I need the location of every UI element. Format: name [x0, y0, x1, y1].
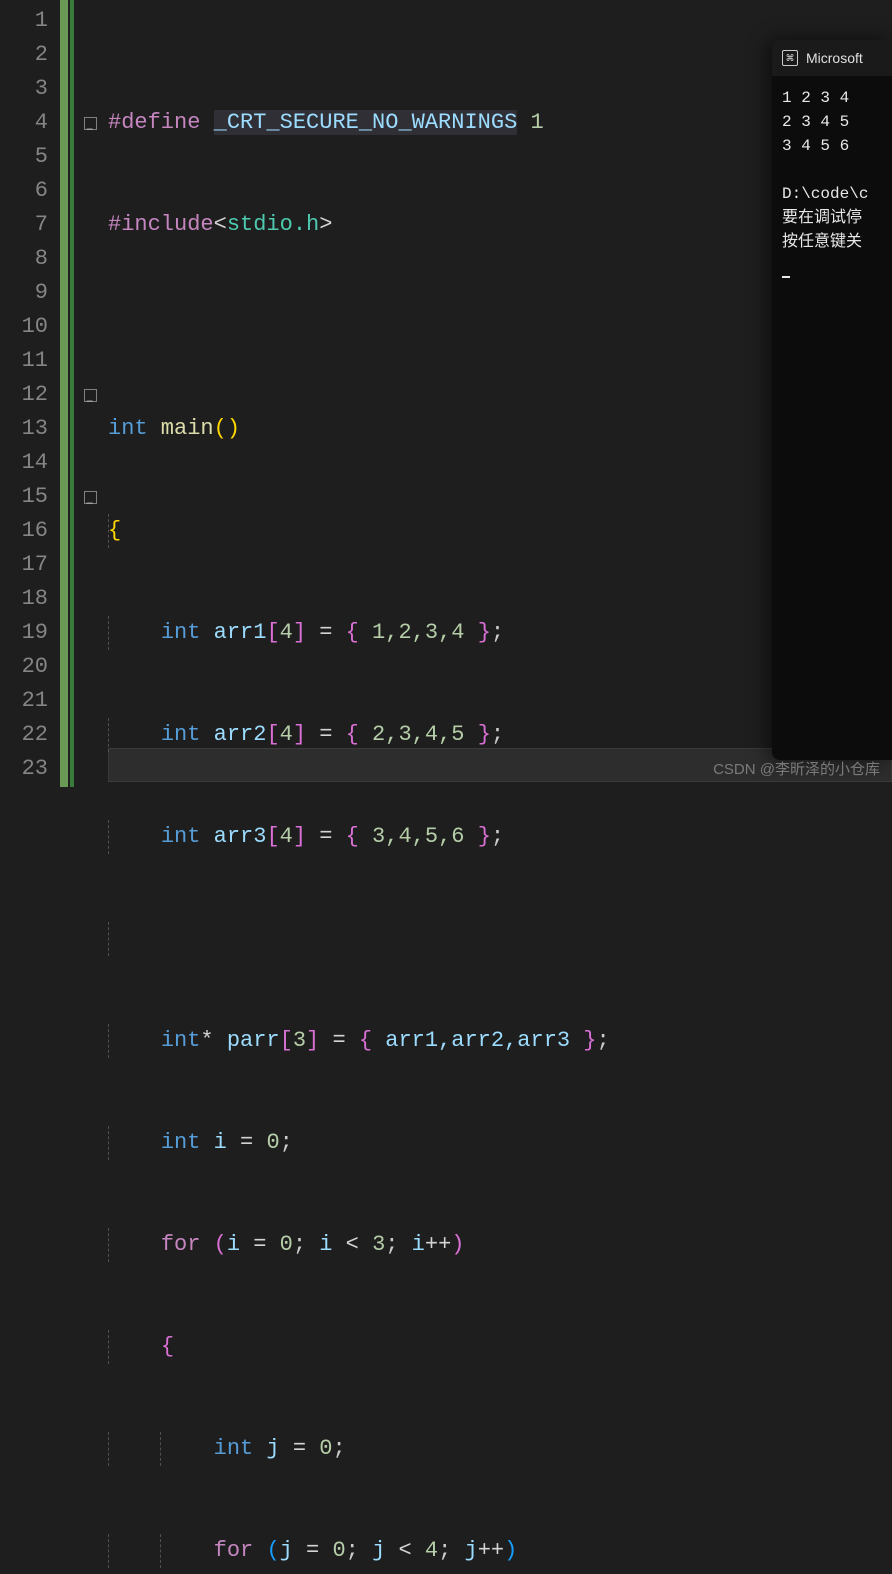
line-number: 18 [0, 582, 48, 616]
line-number: 16 [0, 514, 48, 548]
line-number: 7 [0, 208, 48, 242]
watermark-text: CSDN @李昕泽的小仓库 [713, 758, 880, 779]
terminal-cursor-icon [782, 260, 790, 278]
line-number: 1 [0, 4, 48, 38]
line-number: 14 [0, 446, 48, 480]
line-number: 19 [0, 616, 48, 650]
fold-minus-icon[interactable] [84, 117, 97, 130]
terminal-icon: ⌘ [782, 50, 798, 66]
line-number: 10 [0, 310, 48, 344]
terminal-output[interactable]: 1 2 3 4 2 3 4 5 3 4 5 6 D:\code\c 要在调试停 … [772, 76, 892, 288]
line-number: 23 [0, 752, 48, 786]
line-number: 8 [0, 242, 48, 276]
line-number: 3 [0, 72, 48, 106]
terminal-window[interactable]: ⌘ Microsoft 1 2 3 4 2 3 4 5 3 4 5 6 D:\c… [772, 40, 892, 760]
code-line [108, 922, 892, 956]
fold-gutter[interactable] [84, 0, 108, 787]
code-line: int arr3[4] = { 3,4,5,6 }; [108, 820, 892, 854]
code-line: for (j = 0; j < 4; j++) [108, 1534, 892, 1568]
line-number: 20 [0, 650, 48, 684]
change-indicator-secondary [70, 0, 74, 787]
line-number: 17 [0, 548, 48, 582]
code-line: int i = 0; [108, 1126, 892, 1160]
code-editor[interactable]: 1 2 3 4 5 6 7 8 9 10 11 12 13 14 15 16 1… [0, 0, 892, 787]
code-line: int j = 0; [108, 1432, 892, 1466]
line-number: 5 [0, 140, 48, 174]
line-number: 21 [0, 684, 48, 718]
terminal-title-bar[interactable]: ⌘ Microsoft [772, 40, 892, 76]
line-number-gutter: 1 2 3 4 5 6 7 8 9 10 11 12 13 14 15 16 1… [0, 0, 60, 787]
line-number: 2 [0, 38, 48, 72]
line-number: 13 [0, 412, 48, 446]
terminal-title-text: Microsoft [806, 50, 863, 66]
code-line: int* parr[3] = { arr1,arr2,arr3 }; [108, 1024, 892, 1058]
change-indicator [60, 0, 68, 787]
fold-minus-icon[interactable] [84, 491, 97, 504]
line-number: 4 [0, 106, 48, 140]
line-number: 9 [0, 276, 48, 310]
line-number: 22 [0, 718, 48, 752]
line-number: 11 [0, 344, 48, 378]
code-line: { [108, 1330, 892, 1364]
line-number: 6 [0, 174, 48, 208]
fold-minus-icon[interactable] [84, 389, 97, 402]
line-number: 15 [0, 480, 48, 514]
code-line: for (i = 0; i < 3; i++) [108, 1228, 892, 1262]
line-number: 12 [0, 378, 48, 412]
